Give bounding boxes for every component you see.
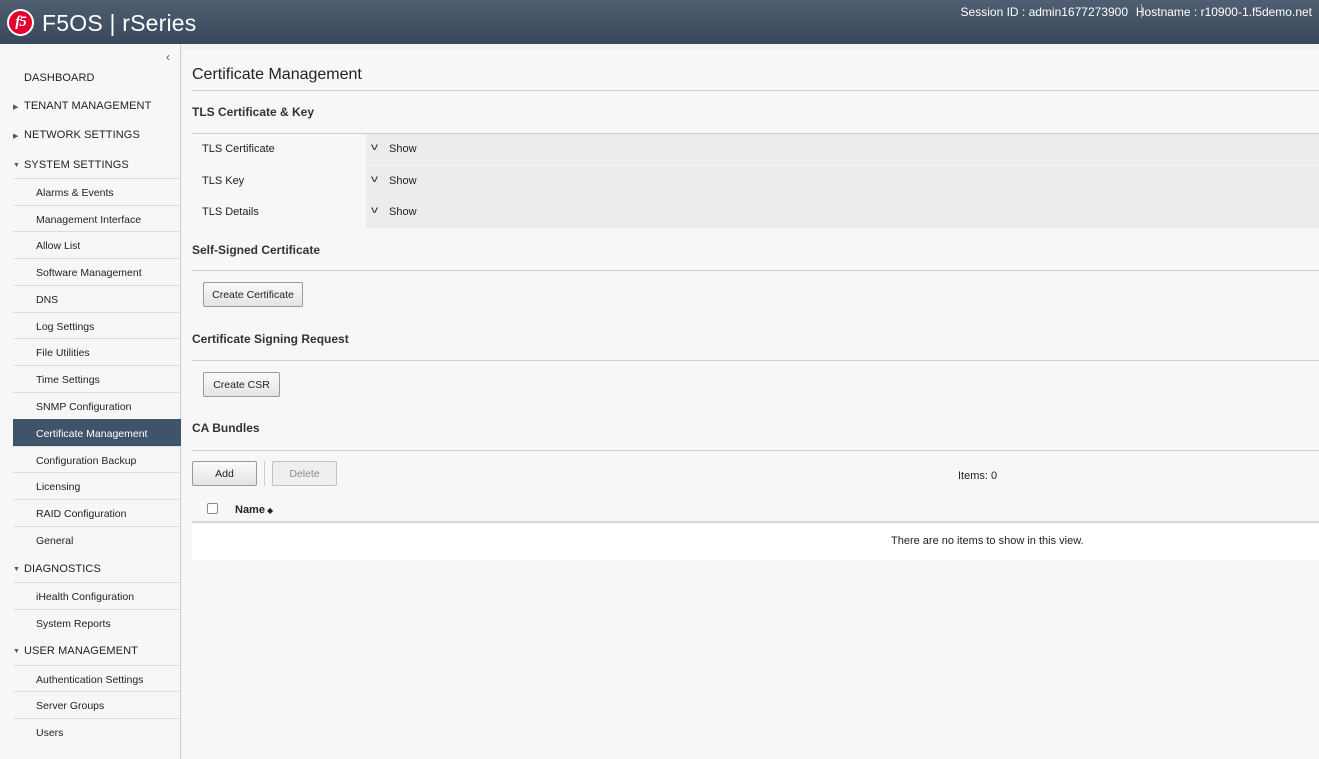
divider <box>192 450 1319 451</box>
nav-log-settings[interactable]: Log Settings <box>13 312 181 339</box>
nav-system-settings[interactable]: ▼ SYSTEM SETTINGS <box>0 159 181 173</box>
section-self-signed: Self-Signed Certificate <box>192 243 321 257</box>
collapse-sidebar-icon[interactable]: ‹ <box>166 50 170 64</box>
nav-raid-configuration[interactable]: RAID Configuration <box>13 499 181 526</box>
tls-details-row: TLS Details v Show <box>192 197 1319 228</box>
nav-general[interactable]: General <box>13 526 181 553</box>
delete-button[interactable]: Delete <box>272 461 337 486</box>
sort-icon: ◆ <box>266 506 274 515</box>
sidebar: ‹ DASHBOARD ▶ TENANT MANAGEMENT ▶ NETWOR… <box>0 44 181 759</box>
nav-tenant-management[interactable]: ▶ TENANT MANAGEMENT <box>0 100 181 114</box>
chevron-down-icon: v <box>371 142 378 153</box>
create-csr-button[interactable]: Create CSR <box>203 372 280 397</box>
tls-certificate-show-toggle[interactable]: v Show <box>366 134 1319 165</box>
chevron-down-icon: v <box>371 205 378 216</box>
tls-details-show-toggle[interactable]: v Show <box>366 197 1319 228</box>
nav-snmp-configuration[interactable]: SNMP Configuration <box>13 392 181 419</box>
nav-users[interactable]: Users <box>13 718 181 745</box>
top-header: f5 F5OS | rSeries Session ID : admin1677… <box>0 0 1319 44</box>
nav-user-management[interactable]: ▼ USER MANAGEMENT <box>0 645 181 659</box>
tls-key-row: TLS Key v Show <box>192 166 1319 197</box>
page-title: Certificate Management <box>192 66 362 83</box>
caret-right-icon: ▶ <box>13 104 19 111</box>
tls-certificate-row: TLS Certificate v Show <box>192 134 1319 165</box>
items-count: Items: 0 <box>958 470 998 482</box>
toolbar-divider <box>264 461 265 486</box>
caret-down-icon: ▼ <box>13 566 21 573</box>
nav-ihealth-configuration[interactable]: iHealth Configuration <box>13 582 181 609</box>
product-name: F5OS | rSeries <box>42 10 197 36</box>
nav-dns[interactable]: DNS <box>13 285 181 312</box>
tls-key-label: TLS Key <box>202 175 245 187</box>
nav-system-reports[interactable]: System Reports <box>13 609 181 636</box>
nav-configuration-backup[interactable]: Configuration Backup <box>13 446 181 473</box>
nav-allow-list[interactable]: Allow List <box>13 231 181 258</box>
hostname: Hostname : r10900-1.f5demo.net <box>1135 5 1312 19</box>
section-ca-bundles: CA Bundles <box>192 421 260 435</box>
nav-alarms-events[interactable]: Alarms & Events <box>13 178 181 205</box>
divider <box>192 360 1319 361</box>
caret-right-icon: ▶ <box>13 133 19 140</box>
session-id: Session ID : admin1677273900 <box>960 5 1128 19</box>
nav-network-settings[interactable]: ▶ NETWORK SETTINGS <box>0 129 181 143</box>
caret-down-icon: ▼ <box>13 648 21 655</box>
nav-licensing[interactable]: Licensing <box>13 472 181 499</box>
tls-key-show-toggle[interactable]: v Show <box>366 166 1319 197</box>
column-name-header[interactable]: Name ◆ <box>235 504 273 516</box>
create-certificate-button[interactable]: Create Certificate <box>203 282 303 307</box>
divider <box>192 90 1319 91</box>
empty-message: There are no items to show in this view. <box>891 535 1084 547</box>
nav-management-interface[interactable]: Management Interface <box>13 205 181 232</box>
nav-authentication-settings[interactable]: Authentication Settings <box>13 665 181 692</box>
nav-dashboard[interactable]: DASHBOARD <box>0 72 181 86</box>
f5-logo: f5 <box>7 9 34 36</box>
select-all-checkbox[interactable] <box>207 503 218 514</box>
caret-down-icon: ▼ <box>13 162 21 169</box>
divider <box>192 270 1319 271</box>
nav-software-management[interactable]: Software Management <box>13 258 181 285</box>
table-header: Name ◆ <box>192 500 1319 523</box>
nav-file-utilities[interactable]: File Utilities <box>13 338 181 365</box>
tls-certificate-label: TLS Certificate <box>202 143 275 155</box>
empty-table-row: There are no items to show in this view. <box>192 524 1319 560</box>
add-button[interactable]: Add <box>192 461 257 486</box>
nav-certificate-management[interactable]: Certificate Management <box>13 419 181 446</box>
chevron-down-icon: v <box>371 174 378 185</box>
nav-diagnostics[interactable]: ▼ DIAGNOSTICS <box>0 563 181 577</box>
tls-details-label: TLS Details <box>202 206 259 218</box>
main-content: Certificate Management TLS Certificate &… <box>182 50 1319 759</box>
nav-time-settings[interactable]: Time Settings <box>13 365 181 392</box>
section-tls: TLS Certificate & Key <box>192 105 315 119</box>
section-csr: Certificate Signing Request <box>192 332 349 346</box>
nav-server-groups[interactable]: Server Groups <box>13 691 181 718</box>
